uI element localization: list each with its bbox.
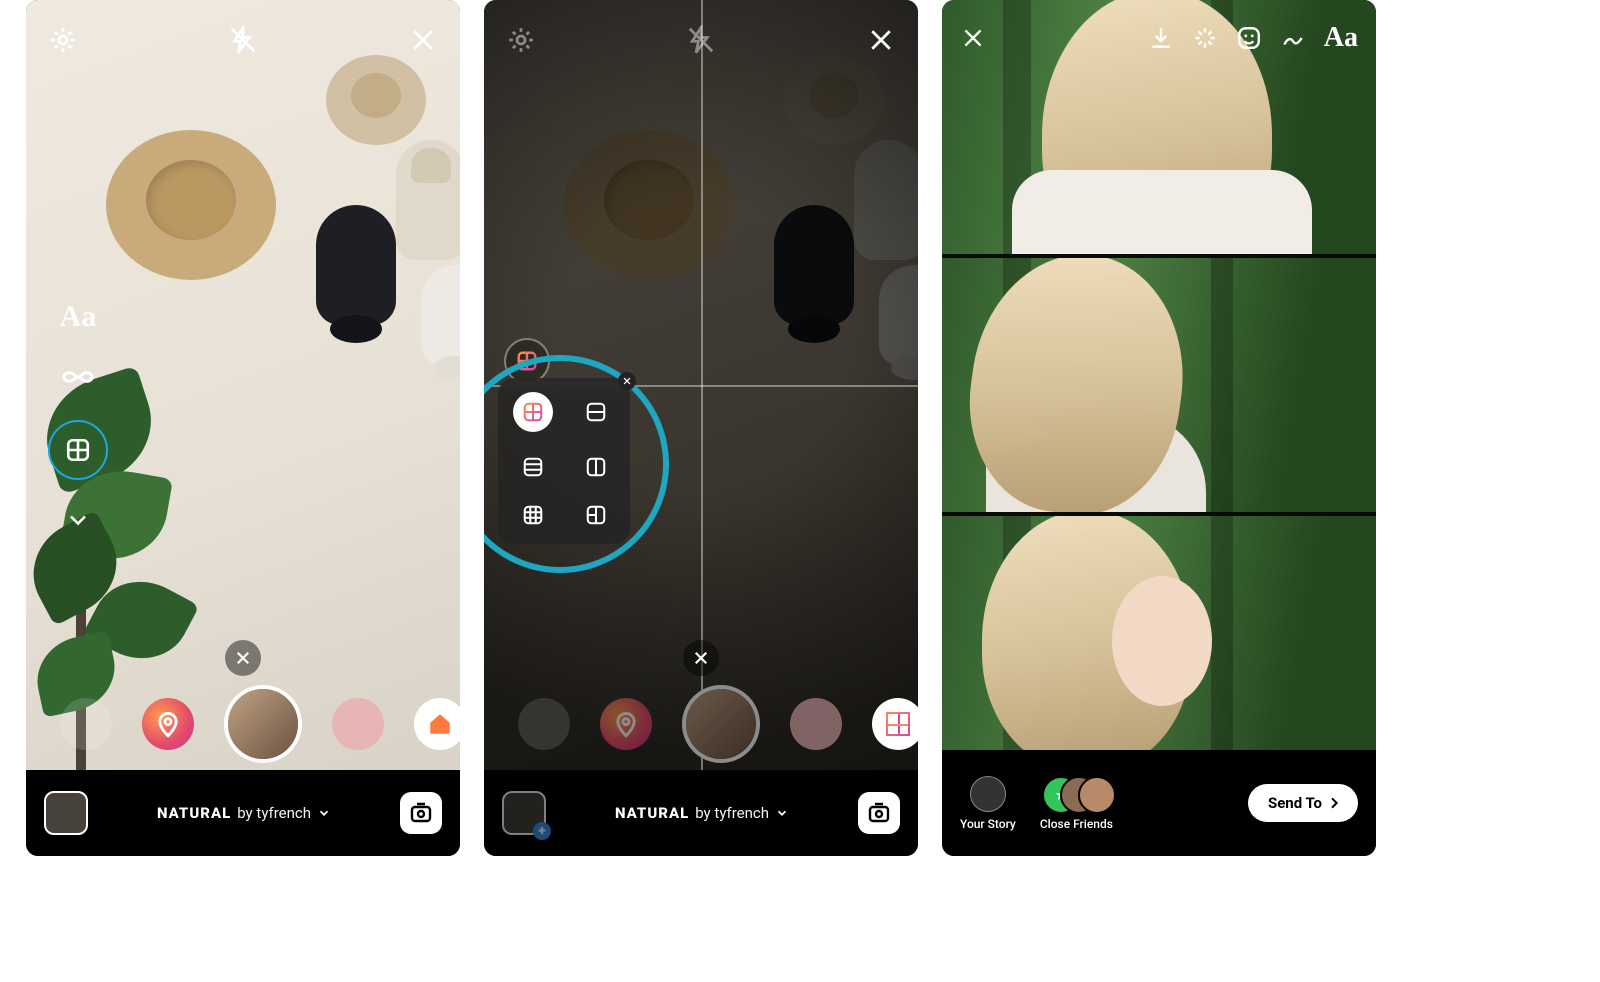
close-icon[interactable] [408, 25, 438, 55]
dismiss-filter-button[interactable] [225, 640, 261, 676]
story-tools: Aa [48, 300, 108, 534]
dismiss-filter-button[interactable] [683, 640, 719, 676]
gallery-button[interactable] [44, 791, 88, 835]
layout-option-1-2[interactable] [583, 502, 609, 528]
filter-option-layout[interactable] [872, 698, 918, 750]
camera-bottom-bar: NATURAL by tyfrench [26, 770, 460, 856]
draw-icon[interactable] [1280, 25, 1306, 51]
layout-options-popover [498, 378, 630, 544]
camera-bottom-bar: + NATURAL by tyfrench [484, 770, 918, 856]
filter-option-home[interactable] [414, 698, 460, 750]
filter-option[interactable] [518, 698, 570, 750]
filter-option-face[interactable] [790, 698, 842, 750]
send-to-button[interactable]: Send To [1248, 784, 1358, 822]
top-controls [484, 10, 918, 70]
filter-option-location[interactable] [600, 698, 652, 750]
text-tool-icon[interactable]: Aa [1324, 22, 1358, 54]
filter-carousel[interactable] [26, 684, 460, 764]
gallery-button[interactable]: + [502, 791, 546, 835]
settings-icon[interactable] [48, 25, 78, 55]
layout-option-2x2[interactable] [513, 392, 553, 432]
screen-layout-picker: + NATURAL by tyfrench [484, 0, 918, 856]
close-popover-button[interactable] [618, 372, 636, 390]
layout-option-cols-2[interactable] [583, 454, 609, 480]
close-icon[interactable] [866, 25, 896, 55]
your-story-button[interactable]: Your Story [960, 776, 1016, 831]
filter-option[interactable] [60, 698, 112, 750]
more-tools-icon[interactable] [64, 506, 92, 534]
your-story-label: Your Story [960, 817, 1016, 831]
avatar-icon [970, 776, 1006, 812]
filter-option-location[interactable] [142, 698, 194, 750]
switch-camera-button[interactable] [400, 792, 442, 834]
layout-tool-button[interactable] [48, 420, 108, 480]
screen-camera: Aa NATURAL by tyfrench [26, 0, 460, 856]
filter-name-text: NATURAL [157, 804, 231, 822]
sticker-icon[interactable] [1236, 25, 1262, 51]
close-friends-avatars [1042, 776, 1110, 812]
close-icon[interactable] [960, 25, 986, 51]
filter-name-label[interactable]: NATURAL by tyfrench [157, 804, 331, 822]
share-bar: Your Story Close Friends Send To [942, 750, 1376, 856]
download-icon[interactable] [1148, 25, 1174, 51]
collage-pane-2 [942, 258, 1376, 512]
effects-icon[interactable] [1192, 25, 1218, 51]
switch-camera-button[interactable] [858, 792, 900, 834]
layout-option-rows-3[interactable] [520, 454, 546, 480]
filter-name-text: NATURAL [615, 804, 689, 822]
flash-off-icon[interactable] [686, 25, 716, 55]
shutter-button[interactable] [224, 685, 302, 763]
filter-option-face[interactable] [332, 698, 384, 750]
collage-pane-3 [942, 516, 1376, 770]
filter-name-label[interactable]: NATURAL by tyfrench [615, 804, 789, 822]
shutter-button[interactable] [682, 685, 760, 763]
layout-option-3x3[interactable] [520, 502, 546, 528]
layout-option-rows-2[interactable] [583, 399, 609, 425]
top-controls [26, 10, 460, 70]
settings-icon[interactable] [506, 25, 536, 55]
story-preview[interactable] [942, 0, 1376, 770]
filter-carousel[interactable] [484, 684, 918, 764]
send-to-label: Send To [1268, 794, 1322, 812]
boomerang-icon[interactable] [61, 360, 95, 394]
close-friends-button[interactable]: Close Friends [1040, 776, 1113, 831]
close-friends-label: Close Friends [1040, 817, 1113, 831]
flash-off-icon[interactable] [228, 25, 258, 55]
edit-top-controls: Aa [942, 10, 1376, 66]
text-tool-icon[interactable]: Aa [60, 300, 97, 334]
screen-share: Aa Your Story Close Friends Send To [942, 0, 1376, 856]
